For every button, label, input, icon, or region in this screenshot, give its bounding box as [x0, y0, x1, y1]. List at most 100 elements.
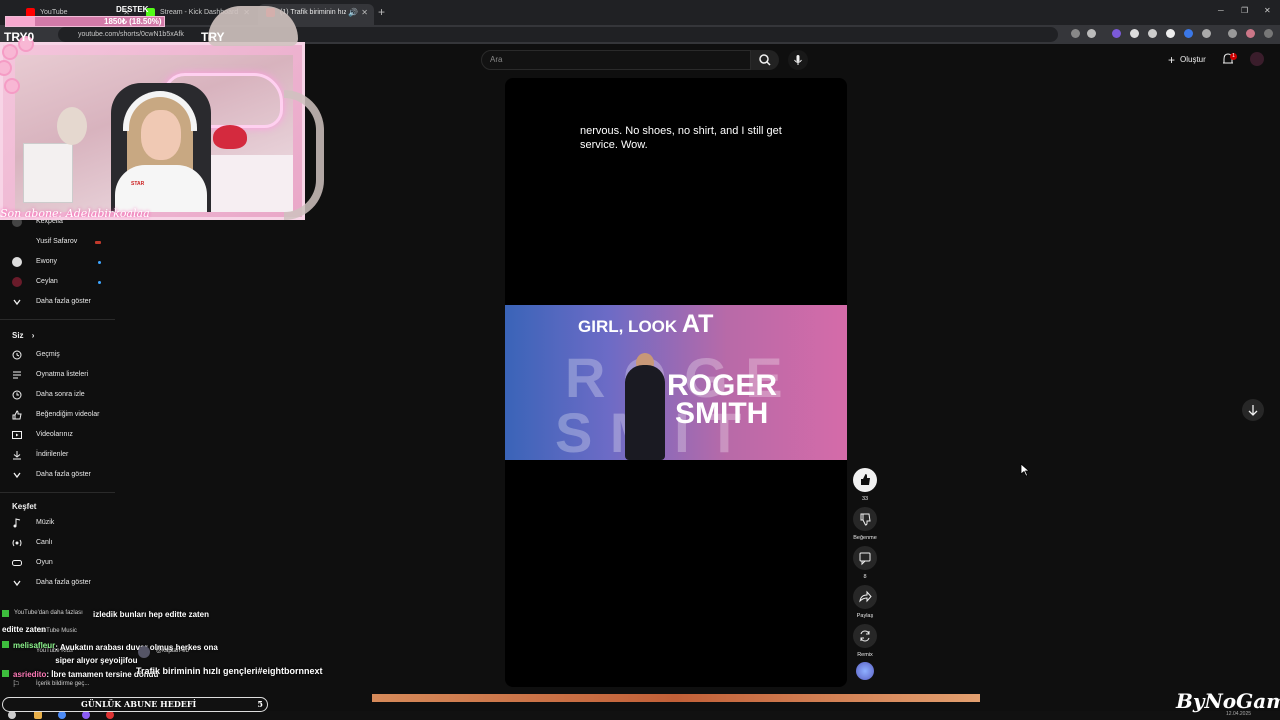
chevron-down-icon	[13, 472, 21, 479]
sidebar-item-yusif-safarov[interactable]: Yusif Safarov	[0, 233, 115, 251]
remix-button[interactable]: Remix	[852, 624, 878, 658]
close-icon[interactable]: ✕	[361, 4, 368, 21]
game-icon	[12, 560, 22, 566]
daily-goal-label: GÜNLÜK ABUNE HEDEFİ	[81, 699, 197, 709]
share-icon	[859, 590, 872, 603]
microphone-icon	[794, 55, 802, 65]
sidebar-item-playlists[interactable]: Oynatma listeleri	[0, 366, 115, 384]
history-icon	[12, 350, 22, 360]
sidebar-item-label: Oyun	[36, 559, 53, 566]
chat-message-continuation: editte zaten	[2, 625, 47, 634]
sidebar-divider	[0, 319, 115, 320]
minimize-icon[interactable]: ─	[1218, 6, 1224, 15]
obs-icon[interactable]	[106, 711, 114, 719]
account-avatar[interactable]	[1250, 52, 1264, 66]
video-clip-frame: R O G E S M I T GIRL, LOOK AT ROGER SMIT…	[505, 305, 847, 460]
profile-icon[interactable]	[1246, 29, 1255, 38]
dislike-button[interactable]: Beğenme	[852, 507, 878, 541]
flower-decoration	[2, 44, 18, 60]
channel-avatar-icon	[12, 277, 22, 287]
thumb-up-icon	[12, 410, 22, 420]
sidebar-item-history[interactable]: Geçmiş	[0, 346, 115, 364]
screen: YouTube ✕ Stream - Kick Dashboard ✕ (1) …	[0, 0, 1280, 720]
like-button[interactable]: 33	[852, 468, 878, 502]
donation-goal-fill	[6, 17, 36, 26]
short-title[interactable]: Trafik biriminin hızlı gençleri#eightbor…	[136, 666, 323, 676]
remix-icon	[860, 630, 870, 642]
sidebar-item-label: Daha fazla göster	[36, 579, 91, 586]
sidebar-show-more-explore[interactable]: Daha fazla göster	[0, 574, 115, 592]
close-window-icon[interactable]: ✕	[1264, 6, 1271, 15]
extension-icon[interactable]	[1148, 29, 1157, 38]
channel-avatar[interactable]	[138, 646, 150, 658]
sidebar-you-heading[interactable]: Siz ›	[12, 331, 34, 340]
chat-message: asriedito: İbre tamamen tersine döndü	[2, 670, 158, 679]
webcam-feed: STAR	[15, 55, 293, 212]
new-content-dot	[98, 261, 101, 264]
file-explorer-icon[interactable]	[34, 711, 42, 719]
officer-figure	[625, 365, 665, 460]
search-input[interactable]: Ara	[481, 50, 751, 70]
extension-icon[interactable]	[1184, 29, 1193, 38]
bookmark-star-icon[interactable]	[1087, 29, 1096, 38]
tab-title: YouTube	[40, 9, 68, 16]
search-placeholder: Ara	[490, 55, 503, 64]
sidebar-item-report-history[interactable]: İçerik bildirme geç...	[36, 681, 89, 687]
install-app-icon[interactable]	[1071, 29, 1080, 38]
sidebar-item-label: Geçmiş	[36, 351, 60, 358]
video-caption: nervous. No shoes, no shirt, and I still…	[580, 125, 782, 151]
chat-badge-icon	[2, 641, 9, 648]
sidebar-item-downloads[interactable]: İndirilenler	[0, 446, 115, 464]
sidebar-show-more-subscriptions[interactable]: Daha fazla göster	[0, 293, 115, 311]
daily-goal-value: 5	[257, 699, 263, 709]
plus-icon: +	[1168, 53, 1176, 67]
voice-search-button[interactable]	[788, 50, 808, 70]
sidebar-item-label: Daha fazla göster	[36, 298, 91, 305]
dislike-label: Beğenme	[853, 535, 877, 541]
shield-icon[interactable]	[1166, 29, 1175, 38]
create-button[interactable]: + Oluştur	[1166, 52, 1212, 68]
channel-avatar-icon	[12, 257, 22, 267]
next-short-button[interactable]	[1242, 399, 1264, 421]
sidebar-item-music[interactable]: Müzik	[0, 514, 115, 532]
speaker-icon[interactable]: 🔊	[348, 4, 358, 21]
currency-label-left: TRY0	[4, 30, 35, 44]
extension-icon[interactable]	[1130, 29, 1139, 38]
sidebar-item-watch-later[interactable]: Daha sonra izle	[0, 386, 115, 404]
flag-icon: ⚐	[12, 679, 21, 689]
sidebar-explore-heading: Keşfet	[12, 502, 37, 511]
comments-button[interactable]: 8	[852, 546, 878, 580]
thumb-up-icon	[861, 474, 870, 485]
extension-icon[interactable]	[1112, 29, 1121, 38]
chevron-down-icon	[13, 299, 21, 306]
puzzle-icon[interactable]	[1202, 29, 1211, 38]
start-icon[interactable]	[8, 711, 16, 719]
maximize-icon[interactable]: ❐	[1241, 6, 1248, 15]
comment-icon	[859, 552, 871, 566]
next-video-preview-strip	[372, 694, 980, 702]
search-button[interactable]	[751, 50, 779, 70]
sidebar-item-liked-videos[interactable]: Beğendiğim videolar	[0, 406, 115, 424]
sidebar-item-ceylan[interactable]: Ceylan	[0, 273, 115, 291]
share-button[interactable]: Paylaş	[852, 585, 878, 619]
new-tab-icon[interactable]: +	[378, 5, 385, 19]
sidebar-item-your-videos[interactable]: Videolarınız	[0, 426, 115, 444]
sound-source-button[interactable]	[852, 662, 878, 680]
chevron-down-icon	[13, 580, 21, 587]
short-video-player[interactable]: nervous. No shoes, no shirt, and I still…	[505, 78, 847, 687]
chrome-icon[interactable]	[58, 711, 66, 719]
music-icon	[13, 518, 21, 528]
clock-icon	[12, 390, 22, 400]
notification-count-badge: 1	[1230, 53, 1237, 60]
download-icon	[13, 451, 21, 460]
more-menu-icon[interactable]	[1264, 29, 1273, 38]
browser-tab-bar: YouTube ✕ Stream - Kick Dashboard ✕ (1) …	[0, 0, 1280, 25]
sidebar-item-ewony[interactable]: Ewony	[0, 253, 115, 271]
clip-name-last: SMITH	[675, 397, 769, 430]
media-icon[interactable]	[1228, 29, 1237, 38]
app-icon[interactable]	[82, 711, 90, 719]
channel-handle[interactable]: @kaptan-eb	[156, 648, 189, 654]
sidebar-show-more-you[interactable]: Daha fazla göster	[0, 466, 115, 484]
sidebar-item-live[interactable]: Canlı	[0, 534, 115, 552]
sidebar-item-gaming[interactable]: Oyun	[0, 554, 115, 572]
